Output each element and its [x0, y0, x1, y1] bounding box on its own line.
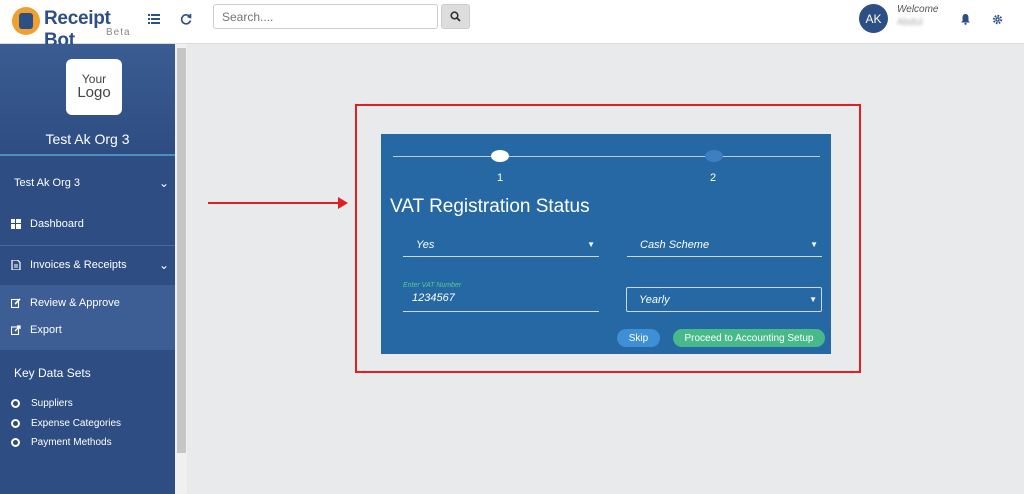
logo-placeholder-line2: Logo: [77, 84, 111, 101]
sidebar-item-label: Export: [30, 324, 62, 336]
search-icon: [450, 11, 461, 22]
vat-scheme-select[interactable]: Cash Scheme ▼: [627, 233, 822, 257]
vat-number-input[interactable]: 1234567: [403, 292, 599, 312]
app-logo[interactable]: Receipt Bot Beta: [10, 4, 131, 51]
avatar[interactable]: AK: [859, 4, 888, 33]
top-bar: Receipt Bot Beta AK Welcome Abdul: [0, 0, 1024, 51]
key-data-sets-heading: Key Data Sets: [0, 362, 175, 384]
step-1-label: 1: [497, 172, 504, 184]
sidebar-item-label: Invoices & Receipts: [30, 259, 127, 271]
list-icon[interactable]: [146, 12, 162, 28]
circle-icon: [11, 398, 20, 408]
org-selector[interactable]: Test Ak Org 3 ⌄: [0, 172, 175, 194]
welcome-text: Welcome: [897, 4, 939, 15]
vat-number-label: Enter VAT Number: [403, 282, 462, 289]
dashboard-icon: [11, 219, 21, 229]
select-value: Cash Scheme: [640, 238, 710, 251]
stepper-track: [393, 156, 820, 157]
sidebar-header: Your Logo Test Ak Org 3: [0, 44, 175, 156]
sidebar-item-label: Dashboard: [30, 218, 84, 230]
gear-icon[interactable]: [989, 12, 1005, 28]
org-logo[interactable]: Your Logo: [66, 59, 122, 115]
search-input[interactable]: [213, 4, 438, 29]
select-value: Yes: [416, 238, 435, 251]
sidebar-item-label: Review & Approve: [30, 297, 120, 309]
vat-wizard-panel: 1 2 VAT Registration Status Yes ▼ Cash S…: [381, 134, 831, 354]
caret-down-icon: ▼: [810, 240, 818, 249]
divider: [0, 245, 175, 246]
step-2-label: 2: [710, 172, 717, 184]
sidebar-item-expense-categories[interactable]: Expense Categories: [0, 413, 175, 433]
invoices-submenu: Review & Approve Export: [0, 285, 175, 350]
refresh-icon[interactable]: [178, 12, 194, 28]
circle-icon: [11, 418, 20, 428]
sidebar: Your Logo Test Ak Org 3 Test Ak Org 3 ⌄ …: [0, 44, 175, 494]
circle-icon: [11, 437, 20, 447]
edit-icon: [11, 298, 21, 308]
receipt-bot-logo-icon: [12, 7, 40, 35]
caret-down-icon: ▼: [587, 240, 595, 249]
step-2-marker[interactable]: [705, 150, 723, 162]
page-title: VAT Registration Status: [390, 196, 590, 217]
sidebar-item-review-approve[interactable]: Review & Approve: [0, 292, 175, 314]
sidebar-item-label: Payment Methods: [31, 436, 112, 448]
select-value: Yearly: [639, 293, 670, 306]
sidebar-item-payment-methods[interactable]: Payment Methods: [0, 432, 175, 452]
chevron-down-icon: ⌄: [158, 176, 169, 190]
bell-icon[interactable]: [957, 12, 973, 28]
chevron-down-icon: ⌄: [158, 258, 169, 272]
sidebar-item-dashboard[interactable]: Dashboard: [0, 213, 175, 235]
org-selector-label: Test Ak Org 3: [14, 177, 81, 189]
sidebar-item-label: Suppliers: [31, 397, 73, 409]
vat-registered-select[interactable]: Yes ▼: [403, 233, 599, 257]
beta-label: Beta: [106, 27, 131, 38]
document-icon: [11, 260, 21, 270]
user-name: Abdul: [897, 17, 923, 28]
scrollbar-thumb[interactable]: [177, 48, 186, 453]
arrow-head-icon: [338, 197, 348, 209]
step-1-marker[interactable]: [491, 150, 509, 162]
sidebar-item-invoices[interactable]: Invoices & Receipts ⌄: [0, 254, 175, 276]
sidebar-item-export[interactable]: Export: [0, 319, 175, 341]
org-title: Test Ak Org 3: [45, 131, 130, 147]
sidebar-item-suppliers[interactable]: Suppliers: [0, 393, 175, 413]
sidebar-item-label: Expense Categories: [31, 417, 122, 429]
caret-down-icon: ▼: [809, 295, 817, 304]
skip-button[interactable]: Skip: [617, 329, 660, 347]
search-button[interactable]: [441, 4, 470, 29]
proceed-button[interactable]: Proceed to Accounting Setup: [673, 329, 825, 347]
annotation-arrow: [208, 202, 340, 204]
export-icon: [11, 325, 21, 335]
section-label: Key Data Sets: [14, 366, 91, 380]
vat-period-select[interactable]: Yearly ▼: [626, 287, 822, 312]
